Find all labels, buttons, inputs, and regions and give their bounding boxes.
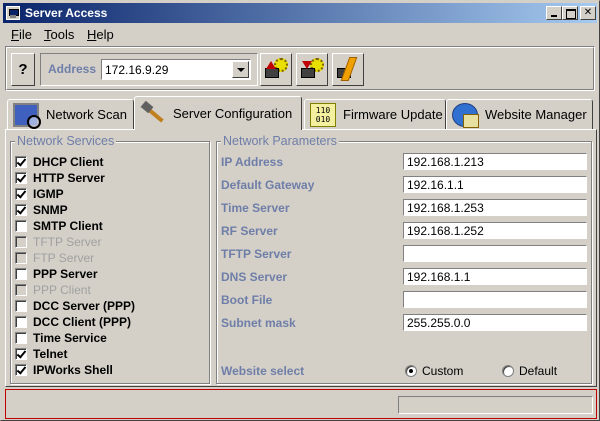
checkbox-label: SNMP (33, 203, 68, 217)
minimize-button[interactable] (546, 6, 562, 20)
maximize-button[interactable] (562, 6, 578, 20)
checkbox-label: DCC Server (PPP) (33, 299, 136, 313)
chip-icon (301, 68, 315, 78)
server-access-window: Server Access ✕ File Tools Help ? Addres… (0, 0, 600, 421)
reboot-button[interactable] (332, 53, 364, 86)
checkbox-label: IGMP (33, 187, 64, 201)
checkbox-label: TFTP Server (33, 235, 102, 249)
monitor-magnifier-icon (13, 103, 41, 129)
checkbox-label: HTTP Server (33, 171, 105, 185)
website-select-label: Website select (221, 364, 305, 378)
checkbox[interactable] (15, 316, 27, 328)
close-button[interactable]: ✕ (580, 6, 596, 20)
checkbox-label: Time Service (33, 331, 107, 345)
menu-help[interactable]: Help (87, 27, 114, 42)
subnet-mask-label: Subnet mask (221, 316, 296, 330)
globe-computer-icon (452, 103, 479, 128)
hammer-tools-icon (140, 100, 166, 124)
server-configuration-panel: Network Services DHCP Client HTTP Server… (5, 129, 597, 387)
tab-website-manager[interactable]: Website Manager (446, 99, 593, 129)
checkbox[interactable] (15, 172, 27, 184)
address-label: Address (48, 62, 97, 76)
checkbox[interactable] (15, 268, 27, 280)
radio-button[interactable] (405, 365, 417, 377)
arrow-down-icon (302, 61, 312, 69)
dns-server-label: DNS Server (221, 270, 288, 284)
address-value[interactable]: 172.16.9.29 (105, 63, 168, 77)
radio-label: Default (519, 364, 558, 378)
checkbox[interactable] (15, 348, 27, 360)
checkbox (15, 236, 27, 248)
checkbox-label: SMTP Client (33, 219, 103, 233)
ip-address-label: IP Address (221, 155, 284, 169)
network-services-group: Network Services DHCP Client HTTP Server… (10, 134, 210, 384)
checkbox-label: PPP Server (33, 267, 98, 281)
checkbox-label: FTP Server (33, 251, 95, 265)
tab-network-scan[interactable]: Network Scan (7, 99, 134, 129)
network-parameters-group: Network Parameters IP Address Default Ga… (216, 134, 592, 384)
address-group: Address 172.16.9.29 (40, 53, 258, 86)
menu-tools[interactable]: Tools (44, 27, 74, 42)
default-gateway-label: Default Gateway (221, 178, 315, 192)
boot-file-field[interactable] (403, 291, 587, 308)
menu-bar: File Tools Help (3, 24, 597, 44)
app-icon[interactable] (6, 6, 20, 20)
checkbox (15, 252, 27, 264)
checkbox[interactable] (15, 220, 27, 232)
checkbox-label: Telnet (33, 347, 68, 361)
tab-firmware-update[interactable]: 110 010 Firmware Update (304, 99, 446, 129)
checkbox-label: DHCP Client (33, 155, 104, 169)
time-server-field[interactable] (403, 199, 587, 216)
menu-file[interactable]: File (11, 27, 32, 42)
subnet-mask-field[interactable] (403, 314, 587, 331)
network-services-title: Network Services (15, 134, 117, 148)
checkbox[interactable] (15, 300, 27, 312)
title-bar[interactable]: Server Access ✕ (3, 3, 597, 23)
toolbar: ? Address 172.16.9.29 (5, 46, 595, 91)
checkbox (15, 284, 27, 296)
chevron-down-icon[interactable] (232, 61, 249, 78)
tab-label: Network Scan (46, 107, 127, 122)
checkbox[interactable] (15, 364, 27, 376)
status-bar (5, 389, 597, 419)
tab-strip: Network Scan Server Configuration 110 010… (5, 96, 597, 130)
rf-server-label: RF Server (221, 224, 278, 238)
time-server-label: Time Server (221, 201, 290, 215)
checkbox-label: DCC Client (PPP) (33, 315, 132, 329)
tab-label: Server Configuration (173, 106, 293, 121)
checkbox[interactable] (15, 332, 27, 344)
tab-label: Website Manager (485, 107, 587, 122)
default-gateway-field[interactable] (403, 176, 587, 193)
checkbox-label: PPP Client (33, 283, 91, 297)
checkbox-label: IPWorks Shell (33, 363, 113, 377)
dns-server-field[interactable] (403, 268, 587, 285)
tab-server-configuration[interactable]: Server Configuration (134, 96, 302, 130)
rf-server-field[interactable] (403, 222, 587, 239)
checkbox[interactable] (15, 204, 27, 216)
binary-chip-icon: 110 010 (310, 103, 336, 127)
window-title: Server Access (25, 6, 108, 20)
radio-button[interactable] (502, 365, 514, 377)
address-combo[interactable]: 172.16.9.29 (101, 59, 251, 80)
checkbox[interactable] (15, 156, 27, 168)
checkbox[interactable] (15, 188, 27, 200)
status-field (398, 396, 593, 414)
ip-address-field[interactable] (403, 153, 587, 170)
help-button[interactable]: ? (11, 53, 35, 86)
tftp-server-field[interactable] (403, 245, 587, 262)
read-config-button[interactable] (260, 53, 292, 86)
tab-label: Firmware Update (343, 107, 443, 122)
tftp-server-label: TFTP Server (221, 247, 292, 261)
chip-icon (265, 68, 279, 78)
radio-label: Custom (422, 364, 464, 378)
write-config-button[interactable] (296, 53, 328, 86)
boot-file-label: Boot File (221, 293, 273, 307)
arrow-up-icon (266, 61, 276, 69)
network-parameters-title: Network Parameters (221, 134, 339, 148)
